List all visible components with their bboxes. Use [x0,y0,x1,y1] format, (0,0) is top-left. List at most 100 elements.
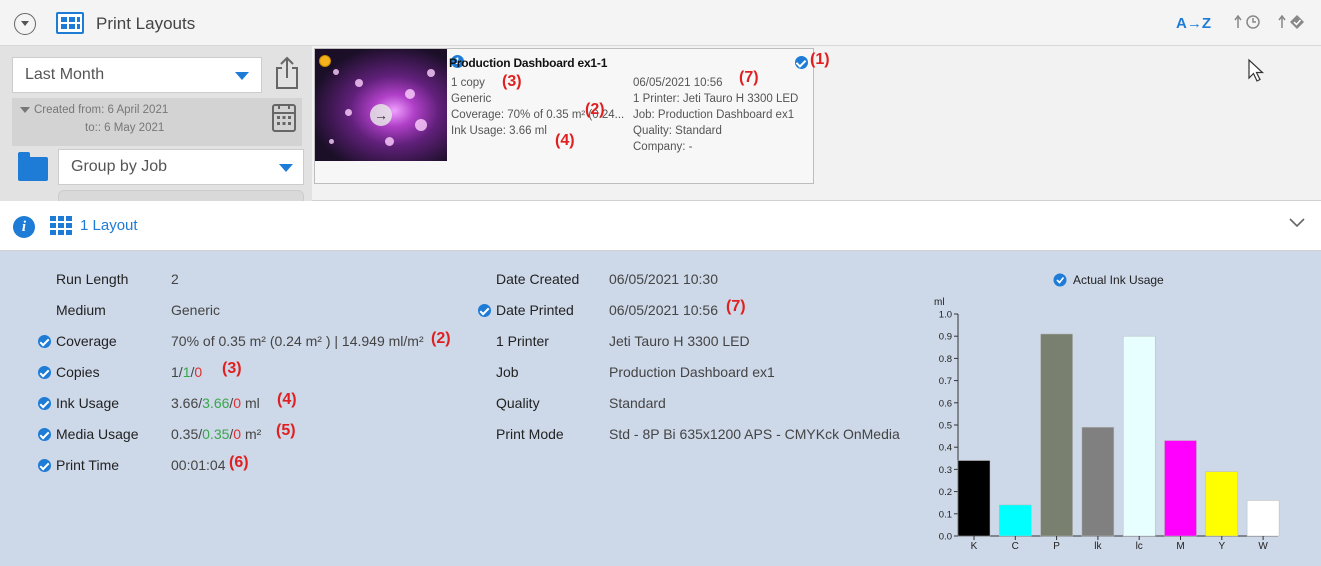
chart-y-tick-label: 0.4 [939,443,952,454]
job-value: Production Dashboard ex1 [609,364,775,380]
sort-by-status-button[interactable] [1278,14,1308,34]
annotation-7: (7) [739,69,759,86]
medium-value: Generic [171,302,221,318]
run-length-value: 2 [171,271,179,287]
chart-bar-K [957,460,991,537]
media-usage-value: 0.35/0.35/0 m² [171,426,262,442]
ink-usage-check-icon [38,397,51,410]
chart-y-tick-label: 0.5 [939,421,952,432]
chart-x-tick-label: lk [1094,541,1102,552]
card-ink-usage: Ink Usage: 3.66 ml [451,125,547,137]
card-copies: 1 copy [451,77,485,89]
ink-usage-value: 3.66/3.66/0 ml [171,395,260,411]
page-title: Print Layouts [96,14,196,33]
layout-card-strip: → 1 Production Dashboard ex1-1 1 copy Ge… [312,46,1321,201]
details-header: i 1 Layout [0,201,1321,251]
ink-usage-chart: Actual Ink Usage ml 0.0 0.1 0.2 0.3 0.4 0.5 0.6 0… [926,264,1286,560]
print-time-check-icon [38,459,51,472]
card-right-column: 06/05/2021 10:56 1 Printer: Jeti Tauro H… [633,75,798,155]
medium-label: Medium [56,302,106,318]
chart-x-tick-label: K [971,541,978,552]
media-usage-check-icon [38,428,51,441]
chart-bar-lc [1122,335,1156,537]
date-printed-value: 06/05/2021 10:56 [609,302,718,318]
annotation-1: (1) [810,51,830,68]
info-icon[interactable]: i [13,216,35,238]
chart-x-tick-label: C [1012,541,1019,552]
chart-bar-M [1164,440,1197,537]
collapse-toggle-button[interactable] [14,13,36,35]
coverage-label: Coverage [56,333,117,349]
mouse-cursor-icon [1248,58,1265,82]
annotation-2-detail: (2) [431,330,451,347]
annotation-3: (3) [502,73,522,90]
print-mode-value: Std - 8P Bi 635x1200 APS - CMYKck OnMedi… [609,426,900,442]
annotation-5: (5) [276,422,296,439]
layout-count[interactable]: 1 Layout [80,217,138,234]
date-range[interactable]: Created from: 6 April 2021 to:: 6 May 20… [12,98,302,146]
collapse-details-chevron-icon[interactable] [1289,218,1305,228]
printer-value: Jeti Tauro H 3300 LED [609,333,750,349]
filter-panel: Last Month Created from: 6 April 2021 to… [0,46,312,202]
print-layouts-icon [56,12,84,34]
date-printed-label: Date Printed [496,302,574,318]
group-by-value: Group by Job [71,158,168,175]
print-mode-label: Print Mode [496,426,564,442]
period-select[interactable]: Last Month [12,57,262,93]
print-time-label: Print Time [56,457,120,473]
chart-bar-C [999,504,1032,537]
chart-y-tick-label: 0.8 [939,354,952,365]
chart-y-tick-label: 0.3 [939,465,952,476]
printed-check-icon [795,56,808,69]
annotation-6: (6) [229,454,249,471]
chart-x-tick-label: lc [1136,541,1143,552]
chart-y-tick-label: 0.9 [939,332,952,343]
group-by-select[interactable]: Group by Job [58,149,304,185]
chart-x-tick-label: P [1053,541,1060,552]
printer-label: 1 Printer [496,333,549,349]
quality-label: Quality [496,395,540,411]
annotation-4-detail: (4) [277,391,297,408]
print-time-value: 00:01:04 [171,457,226,473]
layouts-grid-icon [50,216,72,236]
media-usage-label: Media Usage [56,426,139,442]
export-icon[interactable] [274,56,300,90]
chart-y-tick-label: 1.0 [939,310,952,321]
sort-time-icon [1234,14,1260,29]
coverage-check-icon [38,335,51,348]
open-arrow-icon[interactable]: → [370,104,392,126]
dropdown-caret-icon [235,72,249,80]
chart-bar-P [1040,333,1073,537]
dropdown-caret-icon [279,164,293,172]
sort-by-time-button[interactable] [1234,14,1264,34]
chart-y-tick-label: 0.7 [939,376,952,387]
folder-icon[interactable] [18,152,48,181]
chart-x-tick-label: W [1258,541,1268,552]
annotation-4: (4) [555,132,575,149]
card-title-text: Production Dashboard ex1-1 [449,56,608,70]
run-length-label: Run Length [56,271,129,287]
annotation-3-detail: (3) [222,360,242,377]
date-printed-check-icon [478,304,491,317]
created-to-text: to:: 6 May 2021 [85,122,165,134]
coverage-value: 70% of 0.35 m² (0.24 m² ) | 14.949 ml/m² [171,333,424,349]
calendar-icon[interactable] [272,104,296,132]
chart-title-check-icon [1053,273,1067,287]
top-bar: Print Layouts A→Z [0,0,1321,46]
chart-x-tick-label: M [1176,541,1184,552]
sort-alphabetical-button[interactable]: A→Z [1176,15,1211,32]
card-job: Job: Production Dashboard ex1 [633,109,795,121]
chart-y-tick-label: 0.1 [939,509,952,520]
card-company: Company: - [633,141,693,153]
created-from-text: Created from: 6 April 2021 [34,104,169,116]
chevron-down-icon [21,21,29,26]
card-printer: 1 Printer: Jeti Tauro H 3300 LED [633,93,799,105]
card-quality: Quality: Standard [633,125,722,137]
chart-title: Actual Ink Usage [1073,273,1164,287]
chart-y-label: ml [934,297,945,308]
annotation-7-detail: (7) [726,298,746,315]
date-created-value: 06/05/2021 10:30 [609,271,718,287]
chart-y-tick-label: 0.6 [939,398,952,409]
ink-usage-chart-svg: Actual Ink Usage ml 0.0 0.1 0.2 0.3 0.4 0.5 0.6 0… [934,273,1280,552]
status-dot-icon [319,55,331,67]
